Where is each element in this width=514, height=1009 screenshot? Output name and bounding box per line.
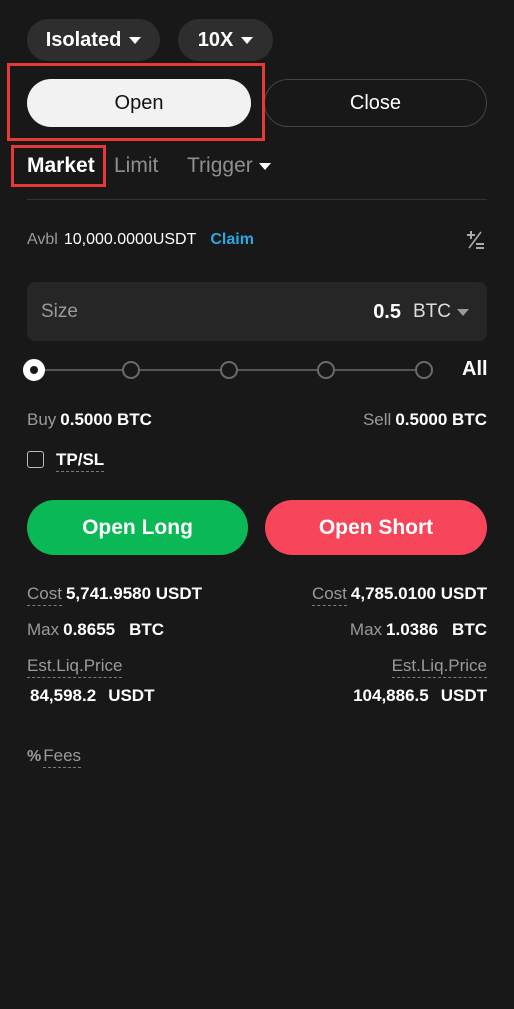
fees-label: Fees: [43, 746, 82, 768]
order-type-limit[interactable]: Limit: [114, 154, 158, 178]
long-liq-unit: USDT: [108, 686, 155, 705]
balance-value: 10,000.0000USDT: [63, 231, 197, 248]
tpsl-label[interactable]: TP/SL: [56, 450, 105, 472]
short-liq-value: 104,886.5: [353, 686, 429, 705]
market-tab-highlight: [11, 145, 106, 187]
long-max: Max 0.8655 BTC: [27, 620, 164, 640]
size-value[interactable]: 0.5: [373, 301, 401, 324]
long-liq-label-row: Est.Liq.Price: [27, 656, 123, 678]
short-cost-value: 4,785.0100 USDT: [350, 584, 487, 603]
open-tab-highlight: [7, 63, 265, 141]
short-max-value: 1.0386: [386, 620, 439, 639]
close-tab[interactable]: Close: [264, 79, 487, 127]
long-cost-label[interactable]: Cost: [27, 584, 62, 606]
short-liq-label[interactable]: Est.Liq.Price: [391, 656, 487, 678]
sell-value: 0.5000 BTC: [395, 410, 487, 429]
long-max-label: Max: [27, 620, 60, 639]
long-liq-value: 84,598.2: [30, 686, 97, 705]
buy-amount: Buy 0.5000 BTC: [27, 410, 152, 430]
sell-amount: Sell 0.5000 BTC: [363, 410, 487, 430]
short-liq-unit: USDT: [440, 686, 487, 705]
size-slider-handle[interactable]: [23, 359, 45, 381]
slider-node-75[interactable]: [317, 361, 335, 379]
close-tab-label: Close: [349, 91, 402, 114]
balance-label: Avbl: [27, 231, 58, 248]
caret-down-icon: [457, 308, 469, 316]
size-label: Size: [41, 301, 78, 322]
size-unit-dropdown[interactable]: BTC: [413, 301, 469, 323]
long-max-unit: BTC: [129, 620, 165, 639]
percent-icon: %: [27, 748, 42, 765]
open-long-label: Open Long: [82, 515, 193, 539]
fees-link[interactable]: % Fees: [27, 746, 82, 768]
slider-node-50[interactable]: [220, 361, 238, 379]
open-short-button[interactable]: Open Short: [265, 500, 487, 555]
short-liq-label-row: Est.Liq.Price: [391, 656, 487, 678]
size-unit-label: BTC: [413, 301, 451, 322]
leverage-label: 10X: [197, 28, 234, 51]
order-type-trigger-label: Trigger: [187, 154, 253, 177]
calculator-icon[interactable]: [464, 229, 486, 251]
caret-down-icon: [241, 36, 254, 44]
caret-down-icon: [258, 162, 271, 170]
short-max: Max 1.0386 BTC: [350, 620, 487, 640]
short-max-unit: BTC: [452, 620, 487, 639]
margin-mode-label: Isolated: [45, 28, 122, 51]
leverage-dropdown[interactable]: 10X: [178, 19, 273, 61]
tpsl-checkbox[interactable]: [27, 451, 44, 468]
margin-mode-dropdown[interactable]: Isolated: [27, 19, 160, 61]
long-max-value: 0.8655: [63, 620, 116, 639]
order-type-limit-label: Limit: [114, 154, 159, 177]
claim-link[interactable]: Claim: [210, 231, 254, 249]
slider-node-100[interactable]: [415, 361, 433, 379]
divider: [27, 199, 487, 200]
sell-label: Sell: [362, 410, 392, 429]
caret-down-icon: [129, 36, 142, 44]
short-max-label: Max: [349, 620, 383, 639]
long-liq-label[interactable]: Est.Liq.Price: [27, 656, 123, 678]
open-long-button[interactable]: Open Long: [27, 500, 248, 555]
available-balance: Avbl 10,000.0000USDT Claim: [27, 231, 254, 249]
slider-node-25[interactable]: [122, 361, 140, 379]
order-type-trigger[interactable]: Trigger: [187, 154, 271, 178]
short-liq-price: 104,886.5 USDT: [353, 686, 487, 706]
buy-value: 0.5000 BTC: [60, 410, 152, 429]
size-input[interactable]: Size 0.5 BTC: [27, 282, 487, 341]
short-cost: Cost 4,785.0100 USDT: [311, 584, 487, 606]
long-cost: Cost 5,741.9580 USDT: [27, 584, 202, 606]
buy-label: Buy: [27, 410, 57, 429]
open-short-label: Open Short: [318, 515, 434, 539]
long-liq-price: 84,598.2 USDT: [30, 686, 154, 706]
long-cost-value: 5,741.9580 USDT: [65, 584, 203, 603]
slider-all-button[interactable]: All: [462, 358, 488, 381]
short-cost-label[interactable]: Cost: [311, 584, 347, 606]
